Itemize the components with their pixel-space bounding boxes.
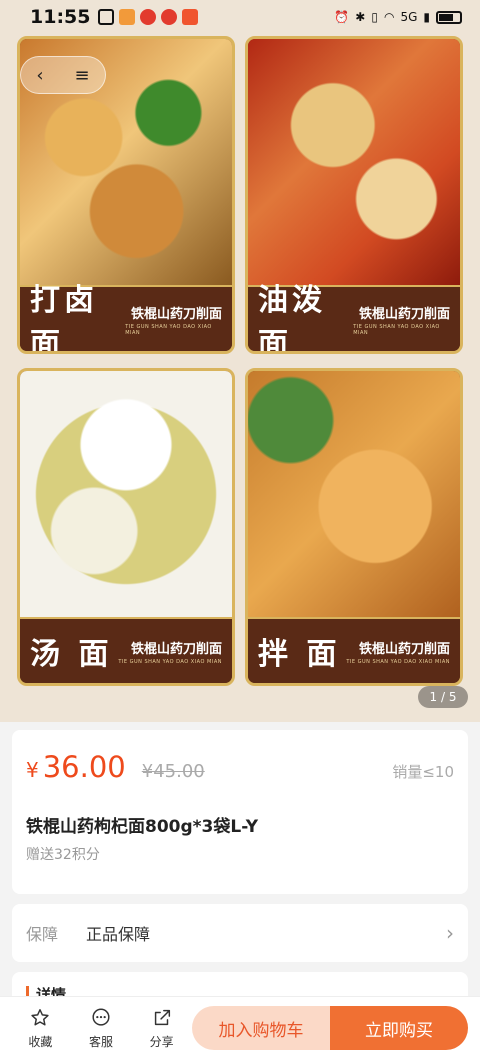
tile-banner: 油泼面 铁棍山药刀削面 TIE GUN SHAN YAO DAO XIAO MI… [248,283,460,351]
bottom-action-bar: 收藏 客服 分享 加入购物车 立即购买 [0,996,480,1059]
wifi-icon: ◠ [383,10,395,24]
network-type: 5G [400,10,418,24]
dish-name: 油泼面 [258,283,326,354]
buy-now-button[interactable]: 立即购买 [330,1006,469,1050]
status-bar: 11:55 ⏰ ✱ ▯ ◠ 5G ▮ [0,0,480,34]
product-image-gallery[interactable]: 打卤面 铁棍山药刀削面 TIE GUN SHAN YAO DAO XIAO MI… [0,0,480,722]
gallery-tile-banmian: 拌 面 铁棍山药刀削面 TIE GUN SHAN YAO DAO XIAO MI… [245,368,463,686]
product-info-card: ¥36.00 ¥45.00 销量≤10 铁棍山药枸杞面800g*3袋L-Y 赠送… [12,730,468,894]
original-price: ¥45.00 [141,761,205,782]
battery-icon [436,10,462,24]
guarantee-row[interactable]: 保障 正品保障 › [12,904,468,962]
price-row: ¥36.00 ¥45.00 销量≤10 [26,750,454,790]
menu-icon[interactable]: ≡ [74,65,89,86]
brand-label: 铁棍山药刀削面 TIE GUN SHAN YAO DAO XIAO MIAN [346,638,450,665]
weibo-icon [161,9,178,25]
dish-name: 打卤面 [30,283,98,354]
favorite-label: 收藏 [28,1035,53,1049]
add-to-cart-button[interactable]: 加入购物车 [192,1006,331,1050]
guarantee-label: 保障 [26,925,59,944]
guarantee-value: 正品保障 [86,925,151,944]
product-title: 铁棍山药枸杞面800g*3袋L-Y [26,817,259,837]
brand-label: 铁棍山药刀削面 TIE GUN SHAN YAO DAO XIAO MIAN [125,303,222,336]
brand-pinyin: TIE GUN SHAN YAO DAO XIAO MIAN [125,323,212,336]
customer-service-button[interactable]: 客服 [71,1006,132,1050]
share-label: 分享 [149,1035,174,1049]
brand-pinyin: TIE GUN SHAN YAO DAO XIAO MIAN [346,658,450,665]
reward-points: 赠送32积分 [26,847,100,863]
favorite-button[interactable]: 收藏 [10,1006,71,1050]
status-time: 11:55 [30,6,91,28]
alarm-icon: ⏰ [334,10,350,24]
brand-name: 铁棍山药刀削面 [130,306,222,322]
brand-name: 铁棍山药刀削面 [358,306,450,322]
brand-label: 铁棍山药刀削面 TIE GUN SHAN YAO DAO XIAO MIAN [353,303,450,336]
tile-banner: 拌 面 铁棍山药刀削面 TIE GUN SHAN YAO DAO XIAO MI… [248,617,460,683]
notification-icons [98,9,199,25]
gallery-tile-tangmian: 汤 面 铁棍山药刀削面 TIE GUN SHAN YAO DAO XIAO MI… [17,368,235,686]
app-notification-icon [182,9,199,25]
chevron-right-icon: › [446,921,454,945]
dish-name: 汤 面 [30,637,113,672]
currency-symbol: ¥ [26,758,39,782]
purchase-buttons: 加入购物车 立即购买 [192,1006,469,1050]
sales-count: 销量≤10 [392,763,454,781]
signal-icon: ▮ [423,10,430,24]
app-notification-icon [119,9,136,25]
tile-banner: 打卤面 铁棍山药刀削面 TIE GUN SHAN YAO DAO XIAO MI… [20,283,232,351]
share-button[interactable]: 分享 [131,1006,192,1050]
system-icons: ⏰ ✱ ▯ ◠ 5G ▮ [334,10,462,24]
noodle-photo [248,39,460,285]
back-icon[interactable]: ‹ [36,65,43,86]
gallery-tile-youpomian: 油泼面 铁棍山药刀削面 TIE GUN SHAN YAO DAO XIAO MI… [245,36,463,354]
brand-pinyin: TIE GUN SHAN YAO DAO XIAO MIAN [118,658,222,665]
vibrate-icon: ▯ [371,10,378,24]
weibo-icon [140,9,157,25]
tile-banner: 汤 面 铁棍山药刀削面 TIE GUN SHAN YAO DAO XIAO MI… [20,617,232,683]
brand-name: 铁棍山药刀削面 [130,641,222,657]
current-price: ¥36.00 [26,750,126,784]
star-icon [28,1006,52,1030]
brand-label: 铁棍山药刀削面 TIE GUN SHAN YAO DAO XIAO MIAN [118,638,222,665]
noodle-photo [20,371,232,617]
nfc-icon [98,9,115,25]
image-pager: 1 / 5 [418,686,468,708]
bluetooth-icon: ✱ [355,10,366,24]
brand-pinyin: TIE GUN SHAN YAO DAO XIAO MIAN [353,323,440,336]
brand-name: 铁棍山药刀削面 [358,641,450,657]
price-value: 36.00 [42,750,126,784]
service-label: 客服 [89,1035,114,1049]
chat-icon [89,1006,113,1030]
noodle-photo [248,371,460,617]
share-icon [150,1006,174,1030]
dish-name: 拌 面 [258,637,341,672]
floating-nav: ‹ ≡ [20,56,106,94]
